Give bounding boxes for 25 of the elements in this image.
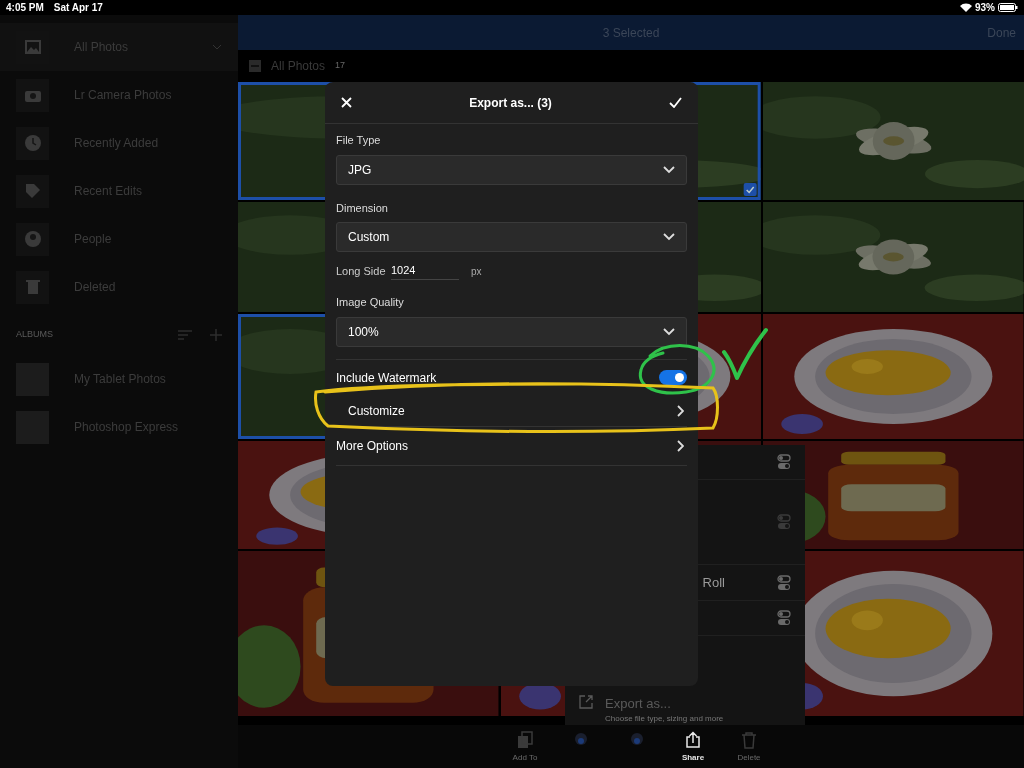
dialog-title: Export as... (3) [469, 94, 552, 112]
export-option[interactable]: Export as... Choose file type, sizing and more [565, 691, 805, 725]
unit-label: px [471, 264, 482, 279]
customize-row[interactable]: Customize [325, 395, 698, 426]
field-label: Image Quality [336, 295, 405, 310]
export-title: Export as... [605, 694, 672, 713]
photo-count: 17 [335, 59, 346, 73]
export-subtitle: Choose file type, sizing and more [605, 713, 724, 725]
field-label: File Type [336, 133, 382, 148]
file-type-select[interactable]: JPG [336, 154, 687, 185]
long-side-label: Long Side [336, 263, 387, 279]
status-time: 4:05 PM [6, 1, 44, 15]
dimension-select[interactable]: Custom [336, 222, 687, 252]
status-date: Sat Apr 17 [53, 1, 103, 15]
section-title: All Photos [271, 58, 326, 75]
watermark-label: Include Watermark [336, 369, 437, 387]
long-side-field[interactable]: 1024 [391, 262, 459, 280]
toolbar-button[interactable]: Add To [509, 725, 541, 768]
toolbar-button[interactable]: Share [677, 725, 709, 768]
quality-select[interactable]: 100% [336, 316, 687, 347]
battery-percent: 93% [975, 1, 995, 15]
albums-header: ALBUMS [16, 328, 53, 342]
toolbar-button[interactable]: Delete [733, 725, 765, 768]
more-options-row[interactable]: More Options [325, 426, 698, 465]
field-label: Dimension [336, 200, 389, 216]
